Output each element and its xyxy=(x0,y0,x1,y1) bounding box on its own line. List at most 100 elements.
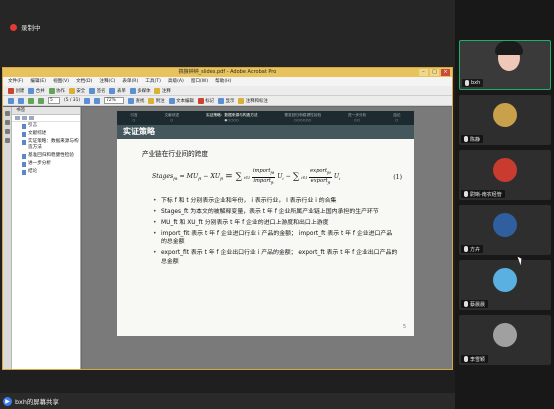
zoom-level-input[interactable]: 72% xyxy=(104,97,125,104)
menu-item[interactable]: 工具(T) xyxy=(145,77,161,86)
find-button[interactable]: 查找 xyxy=(128,97,144,104)
participant-name-tag: 陈静 xyxy=(461,135,484,143)
combine-button[interactable]: 合并 xyxy=(28,87,45,94)
participant-tile[interactable]: 方卉 xyxy=(459,205,551,255)
toolbar-primary: 创建 合并 协作 安全 签名 表单 多媒体 注释 xyxy=(3,86,452,96)
forms-label: 表单 xyxy=(116,88,126,94)
bookmark-page-icon xyxy=(22,131,26,137)
definition-list: 下标 f 和 t 分别表示企业和年份， i 表示行业， I 表示行业 i 的合集… xyxy=(153,197,398,266)
print-icon[interactable] xyxy=(8,97,14,104)
bookmark-item[interactable]: 实证策略：数据来源与构造方法 xyxy=(12,138,80,152)
bookmark-item[interactable]: 文献综述 xyxy=(12,130,80,138)
text-edit-button[interactable]: 文本编辑 xyxy=(168,97,194,104)
formula-lhs: Stagesfit xyxy=(152,172,178,182)
create-icon xyxy=(8,87,14,94)
navigation-strip xyxy=(3,107,12,369)
participant-name-tag: 方卉 xyxy=(461,245,484,253)
attachment-icon[interactable] xyxy=(5,129,10,134)
participant-tile[interactable]: 尉晰-南农经管 xyxy=(459,150,551,200)
maximize-icon[interactable]: □ xyxy=(430,69,439,76)
note-button[interactable]: 附注 xyxy=(148,97,165,104)
record-dot-icon xyxy=(10,23,17,31)
formula-xu: − XUft xyxy=(203,172,224,182)
slide-nav-dots: ○○ xyxy=(354,118,361,122)
slide-nav-item[interactable]: 进一步分析 ○○ xyxy=(348,113,366,122)
bookmark-item[interactable]: 基准回归和稳健性检验 xyxy=(12,152,80,160)
menu-item[interactable]: 文档(D) xyxy=(76,77,92,86)
screen-share-indicator[interactable]: ▶ bxh的屏幕共享 xyxy=(3,396,59,406)
text-edit-label: 文本编辑 xyxy=(176,98,194,104)
sign-button[interactable]: 签名 xyxy=(89,87,105,94)
bookmark-item[interactable]: 进一步分析 xyxy=(12,160,80,168)
slide-page: 引言 ○ 文献综述 ○ 实证策略：数据来源与构造方法 ●○○○○ 基准回归和稳健性检验… xyxy=(117,111,414,336)
formula-mu: = MUft xyxy=(179,172,202,182)
markup-icon xyxy=(238,97,245,104)
acrobat-titlebar: 搞狼钟钟_slides.pdf - Adobe Acrobat Pro – □ … xyxy=(3,68,452,77)
bookmark-item[interactable]: 结论 xyxy=(12,168,80,176)
slide-nav-item[interactable]: 结论 ○ xyxy=(393,113,400,122)
note-icon xyxy=(148,97,155,104)
secure-button[interactable]: 安全 xyxy=(68,87,85,94)
bookmark-item[interactable]: 引言 xyxy=(12,122,80,130)
bookmark-options-icon[interactable] xyxy=(15,116,20,120)
save-icon[interactable] xyxy=(18,97,24,104)
participant-name-tag: 李雪颖 xyxy=(461,355,489,363)
forms-button[interactable]: 表单 xyxy=(109,87,126,94)
menu-item[interactable]: 注释(C) xyxy=(99,77,115,86)
zoom-out-icon[interactable] xyxy=(84,97,91,104)
toolbar-secondary: 5 (5 / 31) 72% 查找 附注 文本编辑 标记 显示 注释和标注 xyxy=(3,96,452,106)
menu-item[interactable]: 表单(R) xyxy=(122,77,138,86)
recording-indicator[interactable]: 录制中 xyxy=(10,22,41,32)
combine-label: 合并 xyxy=(35,88,45,94)
slide-nav-item[interactable]: 文献综述 ○ xyxy=(165,113,180,122)
participant-tile[interactable]: 陈静 xyxy=(459,95,551,145)
multimedia-label: 多媒体 xyxy=(137,88,151,94)
bookmark-icon[interactable] xyxy=(5,120,10,125)
bookmark-label: 结论 xyxy=(28,169,38,174)
participant-name-tag: 蔡晨晨 xyxy=(461,300,489,308)
export-fraction: exportfit exportft xyxy=(309,168,332,185)
participant-name-tag: bxh xyxy=(462,79,484,87)
slide-nav-item[interactable]: 基准回归和稳健性检验 ○○○○○○ xyxy=(284,113,321,122)
lock-icon xyxy=(68,87,75,94)
page-up-icon[interactable] xyxy=(28,97,34,104)
slide-nav-item[interactable]: 引言 ○ xyxy=(130,113,137,122)
multimedia-button[interactable]: 多媒体 xyxy=(129,87,151,94)
participant-tile[interactable]: 李雪颖 xyxy=(459,315,551,365)
menu-item[interactable]: 编辑(E) xyxy=(30,77,46,86)
bookmark-page-icon xyxy=(22,161,26,167)
menu-item[interactable]: 帮助(H) xyxy=(215,77,231,86)
stamp-button[interactable]: 标记 xyxy=(197,97,214,104)
show-button[interactable]: 显示 xyxy=(218,97,234,104)
pages-icon[interactable] xyxy=(5,111,10,116)
zoom-in-icon[interactable] xyxy=(94,97,101,104)
page-down-icon[interactable] xyxy=(38,97,44,104)
menu-item[interactable]: 文件(F) xyxy=(8,77,23,86)
menu-item[interactable]: 视图(V) xyxy=(53,77,69,86)
participant-tile[interactable]: 蔡晨晨 xyxy=(459,260,551,310)
slide-nav-item-active[interactable]: 实证策略：数据来源与构造方法 ●○○○○ xyxy=(206,113,258,122)
close-icon[interactable]: × xyxy=(441,69,450,76)
microphone-icon xyxy=(464,301,468,307)
comment-button[interactable]: 注释 xyxy=(154,87,171,94)
page-number-input[interactable]: 5 xyxy=(48,97,60,104)
window-controls: – □ × xyxy=(419,69,450,76)
avatar xyxy=(493,103,517,127)
avatar xyxy=(493,268,517,292)
microphone-icon xyxy=(464,246,468,252)
collaborate-button[interactable]: 协作 xyxy=(48,87,65,94)
minimize-icon[interactable]: – xyxy=(419,69,428,76)
delete-icon[interactable] xyxy=(22,116,27,120)
layers-icon[interactable] xyxy=(5,138,10,143)
pen-icon xyxy=(89,87,96,94)
new-bookmark-icon[interactable] xyxy=(29,116,34,120)
formula-sum: = ∑ xyxy=(225,172,243,182)
document-view[interactable]: 引言 ○ 文献综述 ○ 实证策略：数据来源与构造方法 ●○○○○ 基准回归和稳健性检验… xyxy=(82,107,452,369)
menu-item[interactable]: 窗口(W) xyxy=(191,77,208,86)
slide-navigation: 引言 ○ 文献综述 ○ 实证策略：数据来源与构造方法 ●○○○○ 基准回归和稳健性检验… xyxy=(117,111,414,125)
create-button[interactable]: 创建 xyxy=(8,87,24,94)
slide-nav-dots: ●○○○○ xyxy=(224,118,240,122)
participant-tile-active[interactable]: bxh xyxy=(459,40,551,90)
menu-item[interactable]: 高级(A) xyxy=(168,77,184,86)
markup-button[interactable]: 注释和标注 xyxy=(238,97,268,104)
